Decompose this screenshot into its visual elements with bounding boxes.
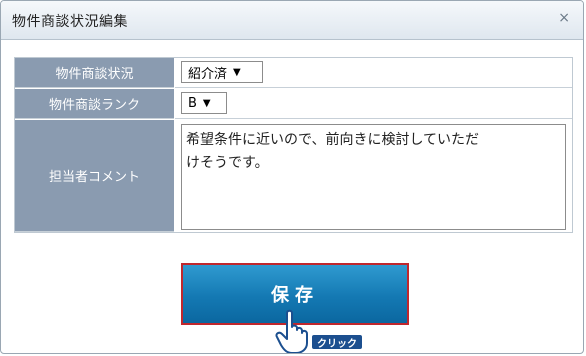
click-hint-badge: クリック <box>311 334 363 350</box>
comment-textarea[interactable]: 希望条件に近いので、前向きに検討していただ けそうです。 <box>181 124 566 230</box>
dialog-titlebar: 物件商談状況編集 × <box>1 1 583 40</box>
close-icon[interactable]: × <box>558 10 570 26</box>
hand-pointer-icon <box>275 309 308 353</box>
rank-cell: B ▼ <box>175 89 572 119</box>
status-cell: 紹介済 ▼ <box>175 58 572 88</box>
edit-dialog: 物件商談状況編集 × 物件商談状況 紹介済 ▼ 物件商談ランク B ▼ 担当者コ… <box>0 0 584 354</box>
chevron-down-icon: ▼ <box>202 97 211 109</box>
rank-select-value: B <box>188 95 197 111</box>
comment-label: 担当者コメント <box>15 120 174 232</box>
chevron-down-icon: ▼ <box>233 66 241 78</box>
dialog-title: 物件商談状況編集 <box>12 14 128 30</box>
comment-cell: 希望条件に近いので、前向きに検討していただ けそうです。 <box>175 120 572 232</box>
status-label: 物件商談状況 <box>15 58 174 88</box>
edit-form: 物件商談状況 紹介済 ▼ 物件商談ランク B ▼ 担当者コメント 希望条件に近い… <box>14 57 573 233</box>
status-select[interactable]: 紹介済 ▼ <box>181 61 263 83</box>
rank-label: 物件商談ランク <box>15 89 174 119</box>
rank-select[interactable]: B ▼ <box>181 92 227 114</box>
status-select-value: 紹介済 <box>188 66 228 82</box>
